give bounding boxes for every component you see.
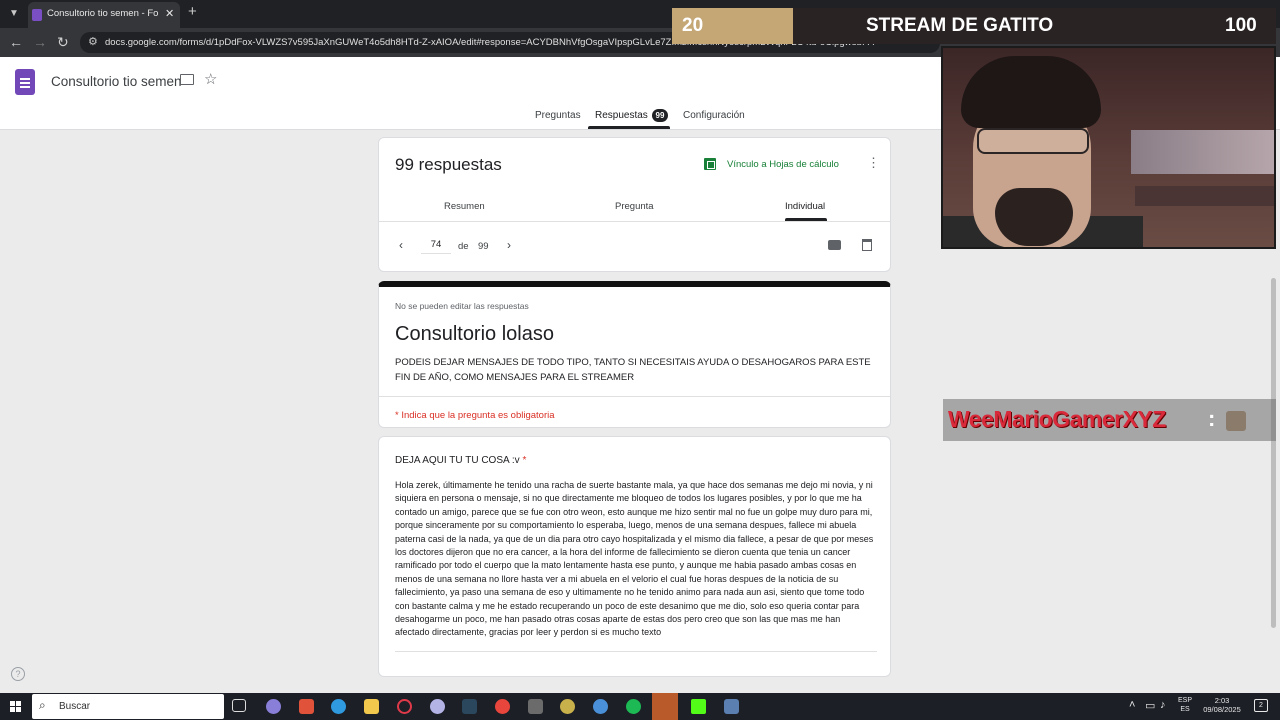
- browser-tab[interactable]: Consultorio tio semen - Formul ✕: [28, 2, 180, 28]
- discord-icon[interactable]: [266, 699, 281, 714]
- google-forms-logo-icon[interactable]: [15, 69, 35, 95]
- previous-response-icon[interactable]: ‹: [399, 238, 403, 252]
- app-icon[interactable]: [430, 699, 445, 714]
- windows-start-icon[interactable]: [10, 701, 21, 712]
- form-title[interactable]: Consultorio tio semen: [51, 74, 182, 89]
- webcam-streamer-glasses: [977, 128, 1089, 154]
- tab-configuracion[interactable]: Configuración: [683, 110, 745, 121]
- form-header-card: No se pueden editar las respuestas Consu…: [378, 281, 891, 428]
- tab-respuestas[interactable]: Respuestas: [595, 110, 648, 121]
- app-icon[interactable]: [528, 699, 543, 714]
- file-explorer-icon[interactable]: [364, 699, 379, 714]
- scrollbar-thumb[interactable]: [1271, 278, 1276, 628]
- link-to-sheets[interactable]: Vínculo a Hojas de cálculo: [727, 159, 839, 170]
- volume-icon[interactable]: ♪: [1160, 699, 1166, 711]
- app-icon[interactable]: [560, 699, 575, 714]
- webcam-feed: [941, 46, 1276, 249]
- chat-separator: :: [1208, 406, 1216, 431]
- no-edit-note: No se pueden editar las respuestas: [395, 301, 529, 311]
- chrome-icon[interactable]: [495, 699, 510, 714]
- windows-taskbar: ⌕ Buscar ˄ ▭ ♪ ESP ES 2:03 09/08/2025 2: [0, 693, 1280, 720]
- response-number-input[interactable]: [421, 236, 451, 254]
- chat-message-overlay: WeeMarioGamerXYZ :: [943, 399, 1276, 441]
- more-options-icon[interactable]: ⋮: [867, 155, 880, 171]
- language-code: ESP: [1177, 697, 1192, 704]
- app-icon[interactable]: [299, 699, 314, 714]
- question-text: DEJA AQUI TU TU COSA :v: [395, 455, 520, 466]
- star-icon[interactable]: ☆: [204, 70, 217, 88]
- task-view-icon[interactable]: [232, 699, 246, 712]
- chat-emote-icon: [1226, 411, 1246, 431]
- answer-underline: [395, 651, 877, 652]
- tab-title: Consultorio tio semen - Formul: [47, 8, 159, 19]
- spotify-icon[interactable]: [626, 699, 641, 714]
- obs-icon[interactable]: [652, 693, 678, 720]
- steam-icon[interactable]: [462, 699, 477, 714]
- pager-total: 99: [478, 241, 489, 252]
- divider: [379, 396, 890, 397]
- opera-icon[interactable]: [397, 699, 412, 714]
- sheets-icon[interactable]: [704, 158, 716, 170]
- clock-time: 2:03: [1214, 696, 1230, 705]
- back-icon[interactable]: ←: [9, 34, 23, 50]
- form-description: PODEIS DEJAR MENSAJES DE TODO TIPO, TANT…: [395, 357, 871, 383]
- pager-of-label: de: [458, 241, 469, 252]
- forms-favicon-icon: [32, 9, 42, 21]
- subtab-individual[interactable]: Individual: [785, 201, 825, 212]
- calculator-icon[interactable]: [724, 699, 739, 714]
- network-icon[interactable]: ▭: [1145, 699, 1155, 712]
- print-icon[interactable]: [828, 240, 841, 250]
- search-icon: ⌕: [39, 698, 46, 712]
- required-star: *: [522, 455, 527, 466]
- goal-title: STREAM DE GATITO: [866, 15, 1054, 36]
- responses-count-badge: 99: [652, 109, 668, 122]
- goal-max: 100: [1225, 15, 1257, 36]
- tab-search-icon[interactable]: ▼: [6, 6, 22, 22]
- divider: [379, 221, 890, 222]
- next-response-icon[interactable]: ›: [507, 238, 511, 252]
- forward-icon[interactable]: →: [33, 34, 47, 50]
- webcam-background-shelf: [1135, 186, 1274, 206]
- tray-chevron-icon[interactable]: ˄: [1129, 699, 1135, 711]
- keyboard-layout: ES: [1180, 706, 1190, 713]
- webcam-streamer-hair: [961, 56, 1101, 128]
- new-tab-icon[interactable]: +: [188, 3, 197, 20]
- app-icon[interactable]: [593, 699, 608, 714]
- subtab-pregunta[interactable]: Pregunta: [615, 201, 654, 212]
- chat-username: WeeMarioGamerXYZ: [948, 406, 1166, 432]
- stream-goal-bar: 20 STREAM DE GATITO 100: [672, 8, 1276, 44]
- folder-icon[interactable]: [180, 74, 194, 85]
- question-title: DEJA AQUI TU TU COSA :v *: [395, 455, 526, 466]
- taskbar-search-box[interactable]: ⌕ Buscar: [32, 694, 224, 719]
- responses-summary-card: 99 respuestas Vínculo a Hojas de cálculo…: [378, 137, 891, 272]
- language-indicator[interactable]: ESP ES: [1174, 696, 1196, 714]
- answer-text: Hola zerek, últimamente he tenido una ra…: [395, 480, 874, 638]
- site-info-icon[interactable]: ⚙: [88, 35, 98, 48]
- webcam-background-shelf: [1131, 130, 1274, 174]
- clock[interactable]: 2:03 09/08/2025: [1200, 696, 1244, 714]
- goal-current: 20: [682, 15, 704, 36]
- close-tab-icon[interactable]: ✕: [165, 7, 174, 20]
- reload-icon[interactable]: ↻: [57, 34, 69, 51]
- notifications-icon[interactable]: 2: [1254, 699, 1268, 712]
- webcam-streamer-beard: [995, 188, 1073, 246]
- help-icon[interactable]: ?: [11, 667, 25, 681]
- responses-count: 99 respuestas: [395, 155, 502, 174]
- kick-icon[interactable]: [691, 699, 706, 714]
- edge-icon[interactable]: [331, 699, 346, 714]
- active-tab-indicator: [588, 126, 670, 129]
- form-heading: Consultorio lolaso: [395, 323, 554, 345]
- required-note: * Indica que la pregunta es obligatoria: [395, 410, 555, 421]
- taskbar-search-label: Buscar: [59, 701, 91, 712]
- answer-card: DEJA AQUI TU TU COSA :v * Hola zerek, úl…: [378, 436, 891, 677]
- tab-preguntas[interactable]: Preguntas: [535, 110, 581, 121]
- subtab-resumen[interactable]: Resumen: [444, 201, 485, 212]
- delete-icon[interactable]: [862, 239, 872, 251]
- clock-date: 09/08/2025: [1203, 705, 1241, 714]
